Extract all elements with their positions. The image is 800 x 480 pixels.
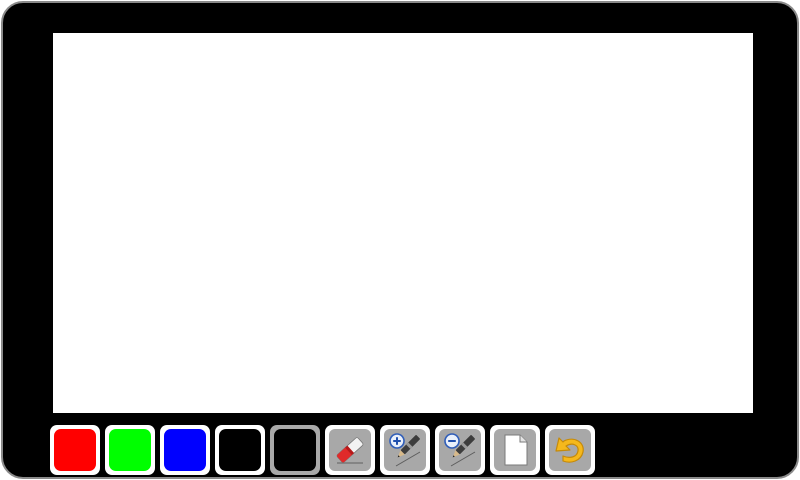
- toolbar: [50, 425, 595, 475]
- color-red-button[interactable]: [50, 425, 100, 475]
- color-black-selected-button[interactable]: [270, 425, 320, 475]
- pen-size-increase-icon: [384, 429, 426, 471]
- color-black-button[interactable]: [215, 425, 265, 475]
- color-green-button[interactable]: [105, 425, 155, 475]
- new-page-icon: [494, 429, 536, 471]
- color-swatch-black: [219, 429, 261, 471]
- undo-button[interactable]: [545, 425, 595, 475]
- pen-size-decrease-button[interactable]: [435, 425, 485, 475]
- new-page-button[interactable]: [490, 425, 540, 475]
- color-swatch-blue: [164, 429, 206, 471]
- drawing-canvas[interactable]: [53, 33, 753, 413]
- color-swatch-black-selected: [274, 429, 316, 471]
- color-blue-button[interactable]: [160, 425, 210, 475]
- color-swatch-green: [109, 429, 151, 471]
- pen-size-decrease-icon: [439, 429, 481, 471]
- eraser-button[interactable]: [325, 425, 375, 475]
- device-frame: [1, 1, 799, 479]
- color-swatch-red: [54, 429, 96, 471]
- undo-icon: [549, 429, 591, 471]
- eraser-icon: [329, 429, 371, 471]
- pen-size-increase-button[interactable]: [380, 425, 430, 475]
